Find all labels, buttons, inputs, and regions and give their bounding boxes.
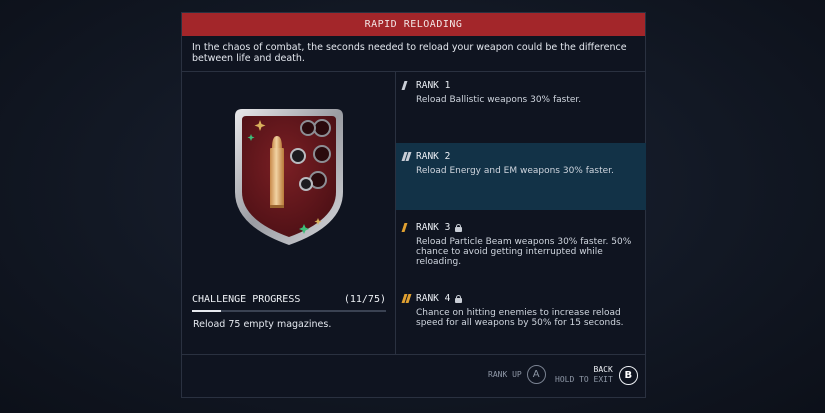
challenge-progress-fill bbox=[192, 310, 221, 312]
rapid-reloading-badge-icon bbox=[235, 109, 343, 245]
rank-3-icon bbox=[401, 223, 413, 232]
challenge-description: Reload 75 empty magazines. bbox=[193, 319, 332, 330]
skill-body: CHALLENGE PROGRESS (11/75) Reload 75 emp… bbox=[182, 72, 646, 355]
challenge-progress-bar bbox=[192, 310, 386, 312]
skill-panel: RAPID RELOADING In the chaos of combat, … bbox=[181, 12, 646, 398]
rank-2-icon bbox=[401, 152, 413, 161]
rank-1-title: RANK 1 bbox=[416, 80, 451, 91]
rank-1-icon bbox=[401, 81, 413, 90]
skill-footer: RANK UP A BACK HOLD TO EXIT B bbox=[182, 355, 645, 397]
rank-4-title: RANK 4 bbox=[416, 293, 451, 304]
back-hint[interactable]: BACK HOLD TO EXIT B bbox=[555, 365, 638, 385]
rank-3-title: RANK 3 bbox=[416, 222, 451, 233]
b-button-icon[interactable]: B bbox=[618, 365, 638, 385]
skill-title-bar: RAPID RELOADING bbox=[182, 13, 645, 36]
rank-2-title: RANK 2 bbox=[416, 151, 451, 162]
rank-1-row[interactable]: RANK 1 Reload Ballistic weapons 30% fast… bbox=[396, 72, 646, 139]
skill-description: In the chaos of combat, the seconds need… bbox=[182, 36, 645, 72]
skill-badge-panel: CHALLENGE PROGRESS (11/75) Reload 75 emp… bbox=[182, 72, 396, 354]
challenge-progress-count: (11/75) bbox=[343, 294, 386, 305]
rank-4-description: Chance on hitting enemies to increase re… bbox=[416, 308, 624, 328]
rank-3-lock-icon bbox=[455, 223, 463, 232]
rank-2-row[interactable]: RANK 2 Reload Energy and EM weapons 30% … bbox=[396, 143, 646, 210]
rank-4-row[interactable]: RANK 4 Chance on hitting enemies to incr… bbox=[396, 285, 646, 352]
rank-4-lock-icon bbox=[455, 294, 463, 303]
hold-to-exit-label: HOLD TO EXIT bbox=[555, 375, 613, 384]
rank-4-icon bbox=[401, 294, 413, 303]
rank-1-description: Reload Ballistic weapons 30% faster. bbox=[416, 95, 582, 105]
rank-up-hint[interactable]: RANK UP A bbox=[488, 365, 546, 384]
back-label: BACK bbox=[593, 365, 613, 374]
rank-list: RANK 1 Reload Ballistic weapons 30% fast… bbox=[396, 72, 646, 354]
rank-2-description: Reload Energy and EM weapons 30% faster. bbox=[416, 166, 614, 176]
a-button-icon[interactable]: A bbox=[526, 365, 546, 384]
skill-title: RAPID RELOADING bbox=[364, 19, 463, 30]
rank-up-label: RANK UP bbox=[488, 370, 522, 379]
rank-3-row[interactable]: RANK 3 Reload Particle Beam weapons 30% … bbox=[396, 214, 646, 281]
challenge-progress-header: CHALLENGE PROGRESS (11/75) bbox=[192, 294, 386, 305]
challenge-progress-label: CHALLENGE PROGRESS bbox=[192, 294, 301, 305]
rank-3-description: Reload Particle Beam weapons 30% faster.… bbox=[416, 237, 632, 267]
